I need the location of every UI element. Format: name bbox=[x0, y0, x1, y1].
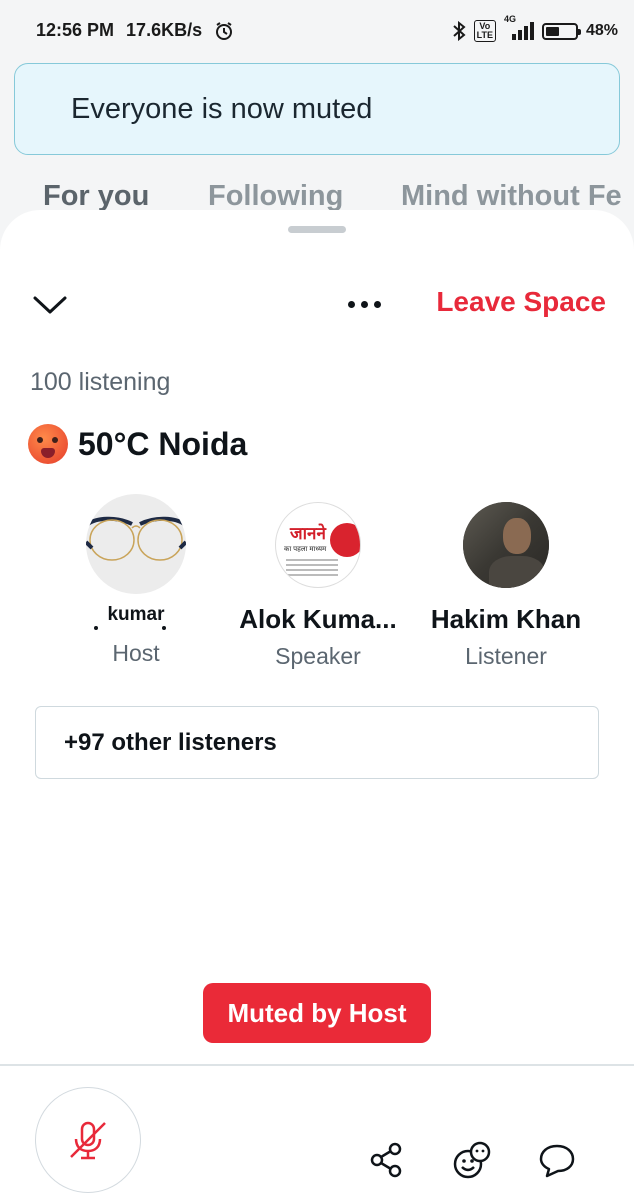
more-dot bbox=[374, 300, 381, 308]
more-options-button[interactable] bbox=[348, 296, 390, 312]
avatar-face bbox=[503, 518, 531, 554]
decor-dot bbox=[162, 626, 166, 630]
hot-face-emoji-icon bbox=[28, 424, 68, 464]
divider bbox=[0, 1064, 634, 1066]
network-speed: 17.6KB/s bbox=[126, 20, 203, 40]
battery-icon bbox=[541, 22, 581, 40]
tab-for-you[interactable]: For you bbox=[43, 180, 149, 213]
avatar bbox=[86, 494, 186, 594]
battery-percent: 48% bbox=[585, 22, 618, 39]
more-dot bbox=[361, 300, 368, 308]
participant-role: Host bbox=[112, 640, 160, 666]
participant-name: kumar bbox=[68, 604, 204, 630]
decor-dot bbox=[94, 626, 98, 630]
glasses-image bbox=[86, 516, 186, 561]
participant-role: Speaker bbox=[275, 643, 361, 669]
mic-button[interactable] bbox=[35, 1087, 141, 1193]
comment-icon[interactable] bbox=[537, 1140, 577, 1180]
avatar-red-circle bbox=[330, 523, 360, 557]
avatar-text: जानने bbox=[290, 524, 326, 543]
listening-count: 100 listening bbox=[30, 368, 171, 396]
avatar-subtext: का पहला माध्यम bbox=[284, 546, 327, 553]
participant-role: Listener bbox=[465, 643, 547, 669]
chevron-down-icon bbox=[33, 296, 67, 314]
toast-message: Everyone is now muted bbox=[71, 92, 373, 125]
status-right: Vo LTE 4G 48% bbox=[452, 14, 618, 42]
avatar-lines bbox=[286, 559, 338, 561]
alarm-icon bbox=[216, 21, 233, 40]
participant-listener[interactable]: Hakim Khan Listener bbox=[418, 502, 594, 670]
avatar-body bbox=[489, 556, 545, 588]
drag-handle[interactable] bbox=[288, 226, 346, 233]
status-left: 12:56 PM 17.6KB/s bbox=[36, 20, 234, 41]
volte-icon: Vo LTE bbox=[473, 20, 496, 42]
space-title-text: 50°C Noida bbox=[78, 425, 248, 462]
mic-muted-icon bbox=[70, 1121, 106, 1160]
tab-following[interactable]: Following bbox=[208, 180, 343, 213]
battery-fill bbox=[545, 26, 559, 36]
reactions-icon[interactable] bbox=[452, 1140, 492, 1180]
signal-icon: 4G bbox=[504, 14, 534, 42]
muted-by-host-badge: Muted by Host bbox=[203, 983, 431, 1043]
more-dot bbox=[348, 300, 355, 308]
space-title: 50°C Noida bbox=[28, 424, 247, 464]
toast-notification: Everyone is now muted bbox=[14, 63, 620, 155]
host-name: kumar bbox=[107, 604, 165, 625]
avatar: जानने का पहला माध्यम bbox=[275, 502, 361, 588]
bluetooth-icon bbox=[452, 21, 466, 41]
participant-speaker[interactable]: जानने का पहला माध्यम Alok Kuma... Speake… bbox=[228, 502, 408, 670]
space-sheet: Leave Space 100 listening 50°C Noida kum… bbox=[0, 210, 634, 1200]
tab-mind-without-fear[interactable]: Mind without Fe bbox=[401, 180, 622, 213]
participant-host[interactable]: kumar Host bbox=[68, 494, 204, 667]
status-bar: 12:56 PM 17.6KB/s Vo LTE 4G 48% bbox=[0, 0, 634, 62]
participant-name: Hakim Khan bbox=[430, 604, 582, 634]
collapse-button[interactable] bbox=[30, 290, 70, 320]
status-time: 12:56 PM bbox=[36, 20, 115, 40]
other-listeners-button[interactable]: +97 other listeners bbox=[35, 706, 599, 779]
avatar bbox=[463, 502, 549, 588]
leave-space-button[interactable]: Leave Space bbox=[436, 286, 606, 318]
share-icon[interactable] bbox=[367, 1140, 407, 1180]
participant-name: Alok Kuma... bbox=[239, 604, 397, 634]
